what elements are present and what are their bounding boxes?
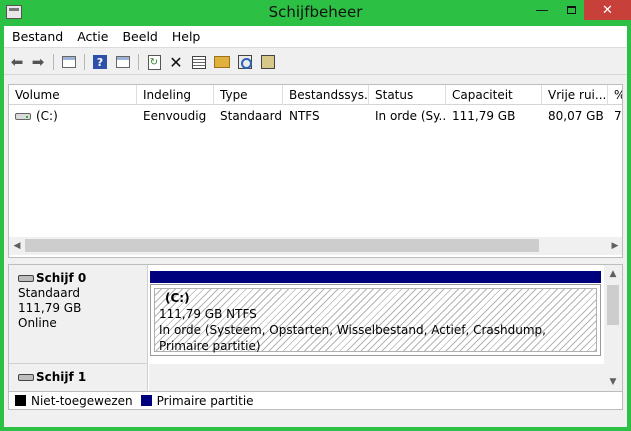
disk-0-kind: Standaard xyxy=(18,286,80,300)
cell-status: In orde (Sy... xyxy=(375,109,446,123)
vertical-scroll-thumb[interactable] xyxy=(607,285,619,325)
disk-1-name: Schijf 1 xyxy=(36,370,87,384)
scroll-left-arrow-icon[interactable]: ◀ xyxy=(9,237,25,255)
help-icon: ? xyxy=(93,55,107,69)
legend: Niet-toegewezen Primaire partitie xyxy=(8,392,623,410)
properties-icon xyxy=(192,55,206,69)
cell-percent-free: 7. xyxy=(614,109,622,123)
delete-icon[interactable]: ✕ xyxy=(167,53,185,72)
column-header-status[interactable]: Status xyxy=(369,85,446,105)
volume-list-header: Volume Indeling Type Bestandssys... Stat… xyxy=(9,85,622,105)
close-button[interactable]: ✕ xyxy=(584,0,631,20)
disk-icon xyxy=(18,275,34,282)
horizontal-scrollbar[interactable]: ◀ ▶ xyxy=(9,237,622,255)
open-icon xyxy=(214,56,230,68)
disk-0-size: 111,79 GB xyxy=(18,301,82,315)
column-header-layout[interactable]: Indeling xyxy=(137,85,214,105)
help-button[interactable]: ? xyxy=(91,53,109,71)
minimize-button[interactable]: — xyxy=(528,0,556,20)
snapshot-button[interactable] xyxy=(259,53,277,71)
toolbar: ⬅ ➡ ? ↻ ✕ xyxy=(4,49,627,75)
column-header-percent-free[interactable]: % xyxy=(608,85,622,105)
details-pane-button[interactable] xyxy=(114,53,132,71)
find-button[interactable] xyxy=(236,53,254,71)
scroll-up-arrow-icon[interactable]: ▲ xyxy=(605,265,621,283)
toolbar-separator xyxy=(84,54,85,70)
menu-bar: Bestand Actie Beeld Help xyxy=(4,26,627,48)
legend-item-primary-partition: Primaire partitie xyxy=(140,393,254,408)
partition-c[interactable]: (C:) 111,79 GB NTFS In orde (Systeem, Op… xyxy=(150,284,601,356)
partition-status: In orde (Systeem, Opstarten, Wisselbesta… xyxy=(159,323,546,353)
close-icon: ✕ xyxy=(602,2,613,18)
disk-0-partitions: (C:) 111,79 GB NTFS In orde (Systeem, Op… xyxy=(149,265,604,363)
scroll-down-arrow-icon[interactable]: ▼ xyxy=(605,373,621,391)
column-header-free-space[interactable]: Vrije rui... xyxy=(542,85,608,105)
toolbar-separator xyxy=(53,54,54,70)
cell-volume: (C:) xyxy=(9,107,137,125)
column-header-volume[interactable]: Volume xyxy=(9,85,137,105)
console-tree-icon xyxy=(62,56,76,68)
window-client-area: Bestand Actie Beeld Help ⬅ ➡ ? ↻ ✕ Volum… xyxy=(4,26,627,427)
horizontal-scroll-thumb[interactable] xyxy=(25,239,539,252)
properties-button[interactable] xyxy=(190,53,208,71)
maximize-icon xyxy=(566,6,576,14)
legend-label-unallocated: Niet-toegewezen xyxy=(31,393,133,408)
disk-1-partitions xyxy=(149,364,604,391)
menu-actie[interactable]: Actie xyxy=(70,29,115,44)
volume-list[interactable]: Volume Indeling Type Bestandssys... Stat… xyxy=(8,84,623,258)
cell-free-space: 80,07 GB xyxy=(548,109,604,123)
column-header-capacity[interactable]: Capaciteit xyxy=(446,85,542,105)
menu-bestand[interactable]: Bestand xyxy=(4,29,70,44)
partition-size-fs: 111,79 GB NTFS xyxy=(159,307,257,321)
cell-type: Standaard xyxy=(220,109,282,123)
scroll-right-arrow-icon[interactable]: ▶ xyxy=(607,237,622,255)
cell-layout: Eenvoudig xyxy=(143,109,207,123)
vertical-scrollbar[interactable]: ▲ ▼ xyxy=(604,265,622,391)
legend-swatch-unallocated xyxy=(15,395,26,406)
cell-capacity: 111,79 GB xyxy=(452,109,516,123)
menu-beeld[interactable]: Beeld xyxy=(115,29,164,44)
column-header-type[interactable]: Type xyxy=(214,85,283,105)
legend-swatch-primary xyxy=(140,395,152,406)
minimize-icon: — xyxy=(535,2,549,18)
volume-name: (C:) xyxy=(36,109,58,123)
volume-drive-icon xyxy=(15,113,31,120)
disk-0-state: Online xyxy=(18,316,57,330)
title-bar[interactable]: Schijfbeheer — ✕ xyxy=(0,0,631,26)
disk-graphical-view[interactable]: Schijf 0 Standaard 111,79 GB Online (C:)… xyxy=(8,264,623,392)
primary-partition-bar xyxy=(150,271,601,283)
console-tree-button[interactable] xyxy=(60,53,78,71)
disk-1-info[interactable]: Schijf 1 xyxy=(9,364,148,391)
cell-filesystem: NTFS xyxy=(289,109,320,123)
forward-arrow-icon[interactable]: ➡ xyxy=(29,53,47,71)
details-pane-icon xyxy=(116,56,130,68)
column-header-filesystem[interactable]: Bestandssys... xyxy=(283,85,369,105)
legend-label-primary: Primaire partitie xyxy=(156,393,254,408)
partition-label: (C:) xyxy=(165,291,190,305)
refresh-button[interactable]: ↻ xyxy=(145,53,163,71)
table-row[interactable]: (C:) Eenvoudig Standaard NTFS In orde (S… xyxy=(9,107,622,125)
find-icon xyxy=(238,55,252,69)
disk-icon xyxy=(18,374,34,381)
toolbar-separator xyxy=(138,54,139,70)
refresh-icon: ↻ xyxy=(147,54,161,70)
menu-help[interactable]: Help xyxy=(165,29,208,44)
disk-0-name: Schijf 0 xyxy=(36,271,87,285)
disk-0-info[interactable]: Schijf 0 Standaard 111,79 GB Online xyxy=(9,265,148,364)
back-arrow-icon[interactable]: ⬅ xyxy=(8,53,26,71)
open-button[interactable] xyxy=(213,53,231,71)
snapshot-icon xyxy=(261,55,275,69)
legend-item-unallocated: Niet-toegewezen xyxy=(15,394,133,408)
maximize-button[interactable] xyxy=(558,0,584,20)
